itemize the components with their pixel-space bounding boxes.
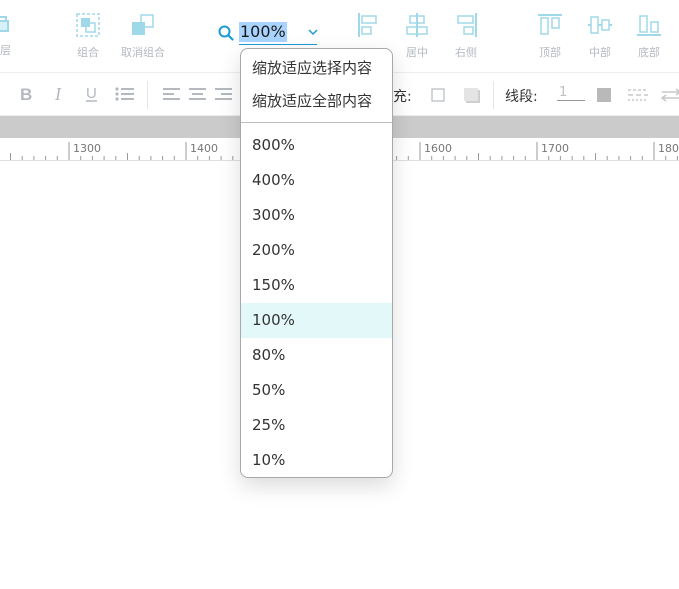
ungroup-icon (132, 14, 154, 35)
svg-text:U: U (86, 85, 97, 102)
zoom-dropdown-menu: 缩放适应选择内容 缩放适应全部内容 800% 400% 300% 200% 15… (240, 48, 393, 478)
divider (493, 81, 494, 109)
text-align-left-icon[interactable] (162, 85, 182, 103)
align-middle-icon (588, 16, 612, 34)
menu-item-fit-selection[interactable]: 缩放适应选择内容 (252, 57, 372, 78)
menu-item-fit-all[interactable]: 缩放适应全部内容 (252, 90, 372, 111)
ungroup-button[interactable]: 取消组合 (113, 12, 173, 60)
menu-item-zoom-50[interactable]: 50% (241, 373, 392, 408)
menu-item-zoom-200[interactable]: 200% (241, 233, 392, 268)
ungroup-label: 取消组合 (121, 46, 165, 59)
text-align-center-icon[interactable] (188, 85, 208, 103)
group-button[interactable]: 组合 (58, 12, 118, 60)
line-width-input[interactable]: 1 (557, 85, 585, 101)
align-center-icon (406, 13, 428, 37)
group-label: 组合 (77, 46, 99, 59)
ruler-label: 1700 (541, 142, 569, 155)
ruler-label: 1400 (190, 142, 218, 155)
bottom-layer-label: 底层 (0, 44, 11, 57)
menu-item-zoom-400[interactable]: 400% (241, 163, 392, 198)
search-icon (218, 25, 234, 41)
ruler-label: 180 (658, 142, 679, 155)
fill-none-swatch[interactable] (431, 88, 445, 102)
bottom-layer-button[interactable]: 底层 (0, 12, 30, 58)
fill-label: 充: (393, 89, 412, 105)
divider (147, 81, 148, 109)
ruler-label: 1300 (73, 142, 101, 155)
layer-bottom-icon (0, 16, 9, 32)
align-top-icon (538, 14, 562, 35)
fill-shadow-swatch[interactable] (463, 87, 481, 104)
align-right-icon (457, 13, 477, 37)
underline-icon[interactable]: U (84, 85, 100, 103)
italic-icon[interactable]: I (52, 85, 68, 103)
arrow-style-icon[interactable] (660, 87, 679, 103)
svg-text:I: I (54, 85, 62, 103)
line-label: 线段: (505, 89, 538, 105)
align-right-label: 右侧 (455, 46, 477, 59)
zoom-underline (239, 44, 317, 45)
align-right-button[interactable]: 右侧 (436, 12, 496, 60)
menu-item-zoom-100[interactable]: 100% (241, 303, 392, 338)
ruler-label: 1600 (424, 142, 452, 155)
chevron-down-icon[interactable] (308, 28, 318, 36)
menu-item-zoom-25[interactable]: 25% (241, 408, 392, 443)
align-left-icon (358, 13, 377, 37)
align-bottom-label: 底部 (638, 46, 660, 59)
menu-item-zoom-80[interactable]: 80% (241, 338, 392, 373)
zoom-input[interactable]: 100% (239, 22, 287, 42)
group-icon (76, 13, 100, 37)
menu-item-zoom-10[interactable]: 10% (241, 443, 392, 477)
text-align-right-icon[interactable] (214, 85, 234, 103)
menu-item-zoom-800[interactable]: 800% (241, 128, 392, 163)
menu-item-zoom-150[interactable]: 150% (241, 268, 392, 303)
align-bottom-icon (637, 15, 661, 36)
line-style-icon[interactable] (627, 87, 649, 103)
line-color-swatch[interactable] (597, 88, 611, 102)
bullet-list-icon[interactable] (114, 85, 136, 103)
svg-text:B: B (20, 85, 32, 103)
bold-icon[interactable]: B (18, 85, 34, 103)
menu-divider (241, 122, 392, 123)
align-bottom-button[interactable]: 底部 (619, 12, 679, 60)
menu-item-zoom-300[interactable]: 300% (241, 198, 392, 233)
